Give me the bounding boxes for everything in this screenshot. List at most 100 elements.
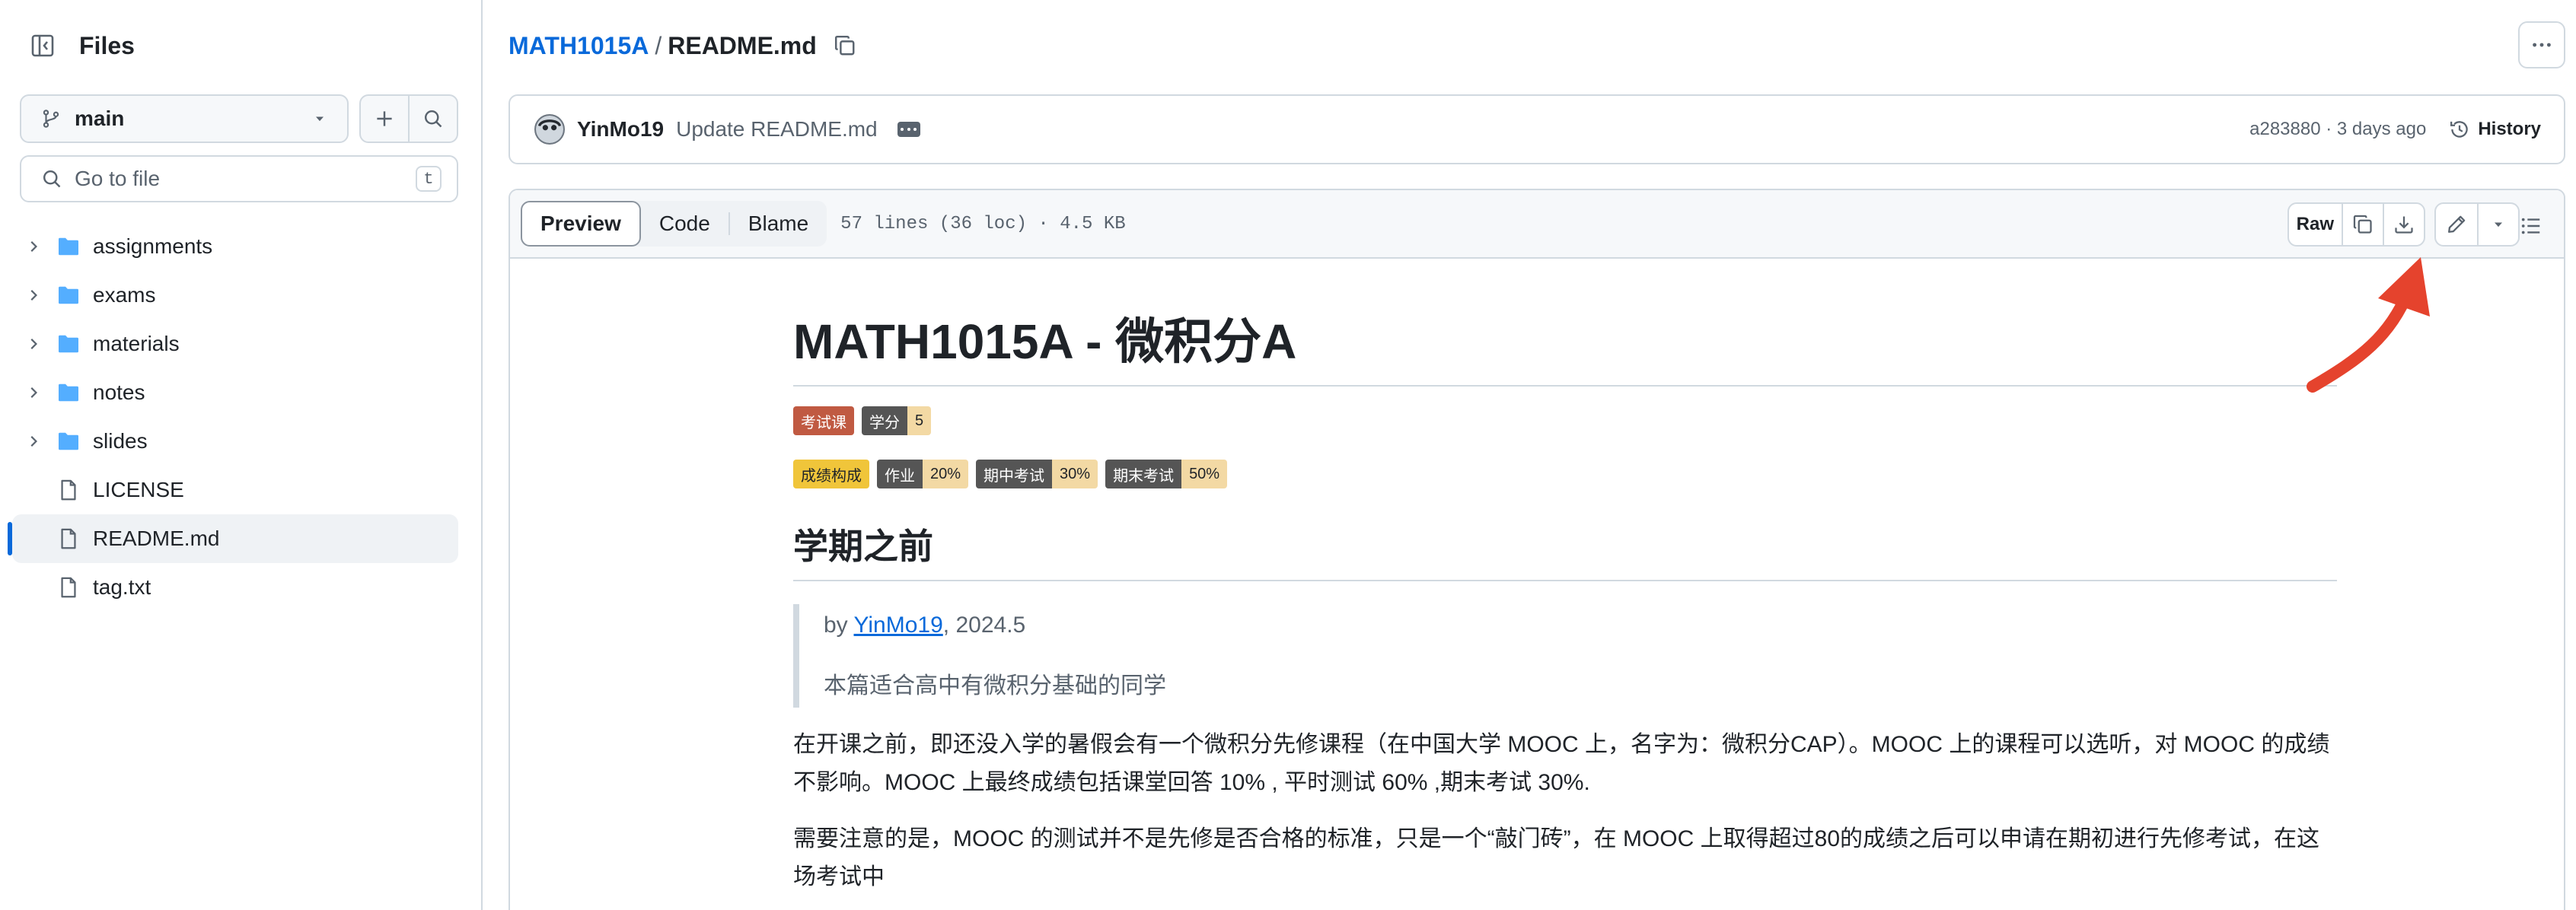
expand-toggle[interactable]: [18, 433, 49, 450]
file-icon: [61, 479, 76, 501]
tree-item-label: assignments: [93, 234, 213, 258]
caret-down-icon: [316, 116, 324, 122]
tree-item-label: materials: [93, 332, 180, 355]
shield-badge: 期末考试 50%: [1105, 460, 1228, 488]
tree-folder-item[interactable]: notes: [12, 368, 458, 417]
commit-author[interactable]: YinMo19: [577, 117, 664, 142]
blockquote: by YinMo19, 2024.5 本篇适合高中有微积分基础的同学: [793, 604, 2337, 708]
badge-value: 5: [907, 406, 932, 435]
branch-icon: [43, 110, 59, 128]
avatar[interactable]: [534, 114, 565, 145]
breadcrumb: MATH1015A / README.md: [509, 27, 856, 64]
tree-file-item[interactable]: README.md: [8, 514, 458, 563]
view-mode-tabs: Preview Code Blame: [521, 201, 827, 247]
sidebar-header: Files: [20, 23, 135, 68]
history-button[interactable]: History: [2449, 119, 2541, 140]
tab-preview[interactable]: Preview: [521, 201, 641, 247]
tree-file-item[interactable]: LICENSE: [12, 466, 458, 514]
plus-icon: [377, 111, 392, 126]
go-to-file: t: [20, 155, 458, 202]
sidebar-title: Files: [79, 31, 135, 59]
shield-badge: 成绩构成: [793, 460, 869, 488]
more-options-button[interactable]: [2518, 21, 2565, 68]
badge-row-grading: 成绩构成 作业 20% 期中考试 30% 期末考试 50%: [793, 460, 2337, 488]
chevron-right-icon: [30, 387, 37, 398]
tab-blame[interactable]: Blame: [730, 201, 827, 247]
outline-button[interactable]: [2520, 215, 2543, 237]
tree-folder-item[interactable]: slides: [12, 417, 458, 466]
file-icon: [61, 577, 76, 598]
shield-badge: 考试课: [793, 406, 854, 435]
quote-byline: by YinMo19, 2024.5: [824, 604, 2337, 647]
tree-item-icon: [53, 332, 84, 356]
commit-message[interactable]: Update README.md: [676, 117, 878, 142]
tree-item-icon: [53, 479, 84, 501]
raw-button[interactable]: Raw: [2289, 204, 2342, 245]
badge-label: 期末考试: [1105, 460, 1182, 488]
badge-value: 30%: [1052, 460, 1098, 488]
search-files-button[interactable]: [408, 96, 457, 142]
copy-icon: [2353, 215, 2372, 234]
tree-item-icon: [53, 429, 84, 453]
file-info: 57 lines (36 loc) · 4.5 KB: [840, 213, 1126, 234]
folder-icon: [59, 286, 78, 304]
folder-icon: [59, 237, 78, 256]
expand-toggle[interactable]: [18, 287, 49, 304]
collapse-sidebar-button[interactable]: [20, 23, 65, 68]
chevron-right-icon: [30, 241, 37, 252]
author-link[interactable]: YinMo19: [853, 612, 942, 638]
edit-file-button[interactable]: [2436, 204, 2477, 245]
expand-toggle[interactable]: [18, 238, 49, 255]
shortcut-key: t: [416, 166, 442, 192]
file-tree: assignments exams materials notes slides LICE…: [8, 222, 458, 612]
shield-badge: 学分 5: [862, 406, 932, 435]
tree-item-label: tag.txt: [93, 575, 151, 599]
paragraph: 在开课之前，即还没入学的暑假会有一个微积分先修课程（在中国大学 MOOC 上，名…: [793, 732, 2330, 795]
file-viewer: Preview Code Blame 57 lines (36 loc) · 4…: [509, 189, 2565, 910]
folder-icon: [59, 432, 78, 450]
tree-folder-item[interactable]: exams: [12, 271, 458, 320]
folder-icon: [59, 383, 78, 402]
edit-options-dropdown[interactable]: [2477, 204, 2518, 245]
tree-item-icon: [53, 234, 84, 259]
download-button[interactable]: [2383, 204, 2424, 245]
readme-title: MATH1015A - 微积分A: [793, 303, 2337, 387]
expand-commit-message-button[interactable]: [897, 122, 920, 137]
shield-badge: 期中考试 30%: [976, 460, 1098, 488]
annotation-arrow-icon: [2307, 257, 2430, 393]
tree-item-icon: [53, 380, 84, 405]
tree-folder-item[interactable]: assignments: [12, 222, 458, 271]
latest-commit-bar: YinMo19 Update README.md a283880 · 3 day…: [509, 94, 2565, 164]
badge-label: 考试课: [793, 406, 854, 435]
caret-down-icon: [2495, 222, 2502, 228]
branch-selector[interactable]: main: [20, 94, 349, 143]
sidebar-collapse-icon: [31, 34, 54, 57]
file-tree-sidebar: Files main t assignments exams materials no…: [0, 0, 483, 910]
branch-name: main: [75, 107, 125, 130]
tree-folder-item[interactable]: materials: [12, 320, 458, 368]
copy-raw-button[interactable]: [2342, 204, 2383, 245]
badge-label: 学分: [862, 406, 907, 435]
expand-toggle[interactable]: [18, 384, 49, 401]
expand-toggle[interactable]: [18, 336, 49, 352]
shield-badge: 作业 20%: [877, 460, 969, 488]
avatar-icon: [536, 116, 563, 143]
tree-item-label: LICENSE: [93, 478, 184, 501]
tree-actions: [359, 94, 458, 143]
quote-date: , 2024.5: [942, 612, 1026, 638]
breadcrumb-repo-link[interactable]: MATH1015A: [509, 32, 649, 60]
kebab-horizontal-icon: [2533, 43, 2551, 47]
badge-label: 成绩构成: [793, 460, 869, 488]
file-icon: [61, 528, 76, 549]
tree-file-item[interactable]: tag.txt: [12, 563, 458, 612]
pencil-icon: [2448, 215, 2466, 233]
copy-path-button[interactable]: [834, 34, 856, 57]
go-to-file-input[interactable]: [75, 167, 416, 191]
tab-code[interactable]: Code: [641, 201, 728, 247]
badge-label: 期中考试: [976, 460, 1053, 488]
readme-preview: MATH1015A - 微积分A 考试课 学分 5 成绩构成 作业 20% 期中考试 30%…: [793, 303, 2337, 896]
commit-meta[interactable]: a283880 · 3 days ago: [2249, 119, 2426, 140]
add-file-button[interactable]: [361, 96, 408, 142]
edit-group: [2434, 202, 2520, 247]
badge-value: 20%: [923, 460, 969, 488]
